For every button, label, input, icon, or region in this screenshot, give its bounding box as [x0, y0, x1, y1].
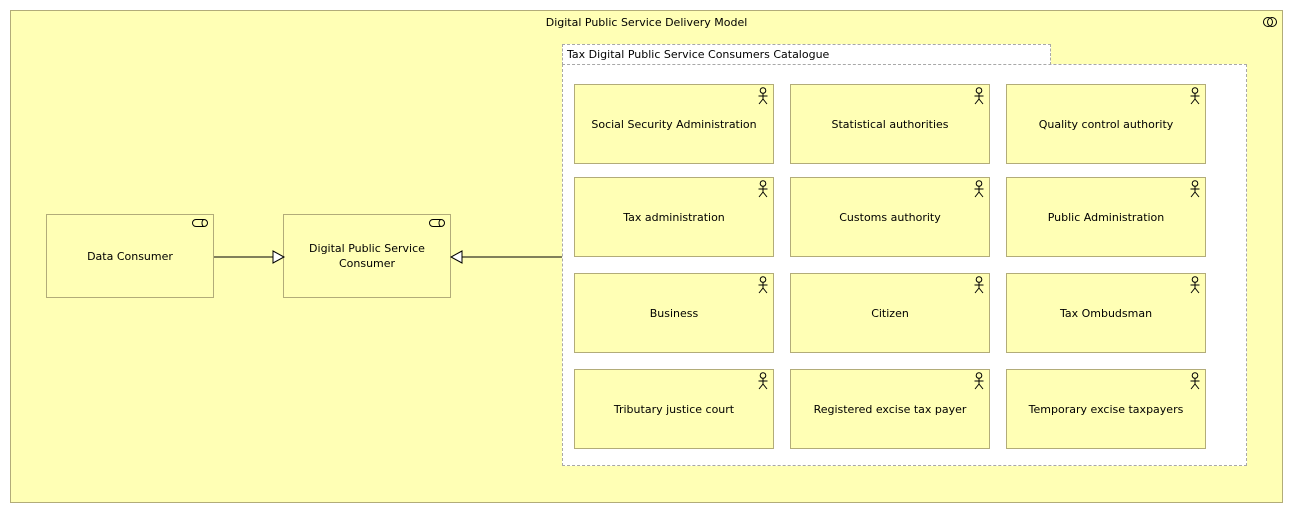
actor-node[interactable]: Quality control authority — [1006, 84, 1206, 164]
grouping-title: Digital Public Service Delivery Model — [545, 16, 748, 29]
business-actor-icon — [974, 276, 984, 298]
actor-label: Temporary excise taxpayers — [1028, 402, 1184, 416]
actor-node[interactable]: Statistical authorities — [790, 84, 990, 164]
actor-label: Customs authority — [839, 210, 941, 224]
catalogue-title: Tax Digital Public Service Consumers Cat… — [567, 48, 830, 61]
actor-label: Tributary justice court — [613, 402, 735, 416]
actor-node[interactable]: Social Security Administration — [574, 84, 774, 164]
actor-node[interactable]: Tributary justice court — [574, 369, 774, 449]
business-role-icon — [192, 219, 208, 227]
actor-label: Business — [649, 306, 699, 320]
actor-node[interactable]: Citizen — [790, 273, 990, 353]
business-actor-icon — [974, 87, 984, 109]
actor-label: Registered excise tax payer — [813, 402, 967, 416]
digital-public-service-consumer-node[interactable]: Digital Public Service Consumer — [283, 214, 451, 298]
actor-node[interactable]: Tax administration — [574, 177, 774, 257]
business-actor-icon — [1190, 276, 1200, 298]
business-actor-icon — [1190, 87, 1200, 109]
actor-node[interactable]: Temporary excise taxpayers — [1006, 369, 1206, 449]
actor-node[interactable]: Public Administration — [1006, 177, 1206, 257]
grouping-icon — [1263, 17, 1277, 27]
business-actor-icon — [758, 180, 768, 202]
actor-node[interactable]: Tax Ombudsman — [1006, 273, 1206, 353]
business-role-icon — [429, 219, 445, 227]
actor-node[interactable]: Business — [574, 273, 774, 353]
actor-label: Quality control authority — [1038, 117, 1174, 131]
node-label: Data Consumer — [87, 249, 173, 263]
business-actor-icon — [1190, 180, 1200, 202]
actor-label: Statistical authorities — [831, 117, 949, 131]
business-actor-icon — [758, 87, 768, 109]
actor-label: Tax Ombudsman — [1059, 306, 1153, 320]
actor-node[interactable]: Customs authority — [790, 177, 990, 257]
business-actor-icon — [974, 180, 984, 202]
business-actor-icon — [758, 372, 768, 394]
actor-label: Social Security Administration — [591, 117, 757, 131]
node-label: Digital Public Service Consumer — [309, 242, 425, 270]
business-actor-icon — [758, 276, 768, 298]
data-consumer-node[interactable]: Data Consumer — [46, 214, 214, 298]
actor-label: Public Administration — [1047, 210, 1165, 224]
business-actor-icon — [974, 372, 984, 394]
actor-label: Citizen — [871, 306, 909, 320]
catalogue-group-tab[interactable]: Tax Digital Public Service Consumers Cat… — [562, 44, 1051, 65]
actor-node[interactable]: Registered excise tax payer — [790, 369, 990, 449]
actor-label: Tax administration — [623, 210, 725, 224]
business-actor-icon — [1190, 372, 1200, 394]
